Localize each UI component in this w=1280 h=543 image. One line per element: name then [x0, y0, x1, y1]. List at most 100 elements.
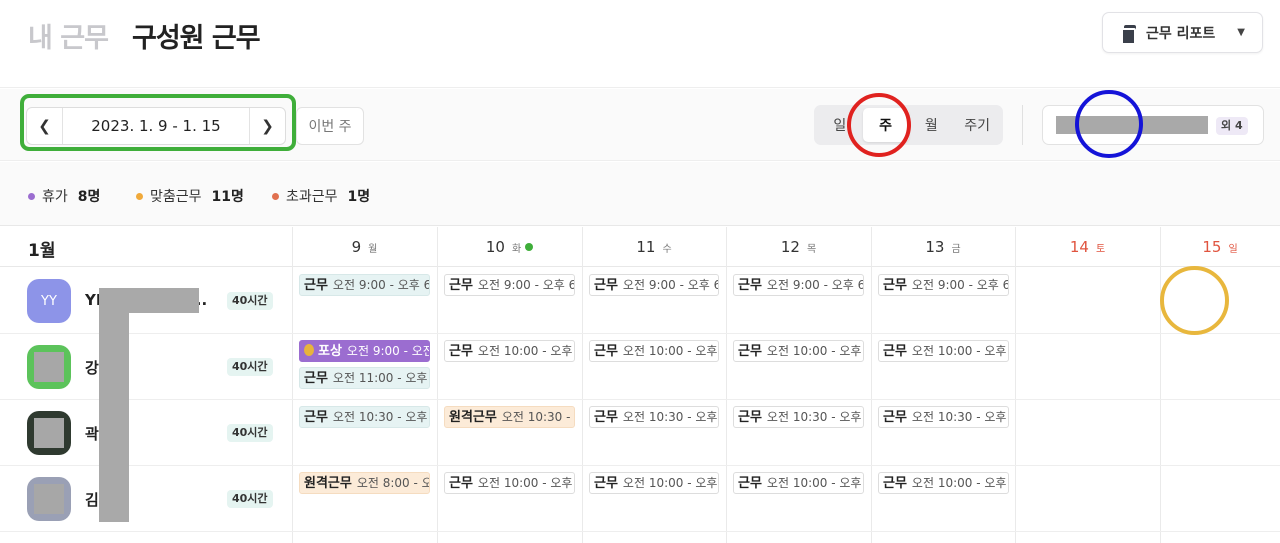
legend: 휴가 8명 맞춤근무 11명 초과근무 1명 — [0, 162, 1280, 226]
day-number: 14 — [1069, 238, 1089, 256]
shift-time: 오전 9:00 - 오후 6:00 — [477, 278, 574, 292]
shift-chip[interactable]: 근무 오전 10:00 - 오후 7:00 — [444, 472, 575, 494]
member-name[interactable]: 강 — [85, 357, 99, 378]
day-header-sun: 15 일 — [1160, 227, 1280, 267]
shift-type: 근무 — [594, 344, 618, 359]
shift-type: 원격근무 — [304, 476, 352, 491]
day-of-week: 일 — [1228, 243, 1238, 255]
shift-chip-reward[interactable]: 포상 오전 9:00 - 오전 11:00 — [299, 340, 430, 362]
shift-type: 근무 — [449, 476, 473, 491]
shift-chip[interactable]: 근무 오전 10:00 - 오후 7:00 — [444, 340, 575, 362]
shift-chip[interactable]: 근무 오전 10:00 - 오후 7:00 — [878, 472, 1009, 494]
shift-chip[interactable]: 근무 오전 9:00 - 오후 6:00 — [733, 274, 864, 296]
day-header-wed: 11 수 — [582, 227, 726, 267]
caret-down-icon: ▼ — [1237, 27, 1245, 38]
day-of-week: 화 — [511, 243, 522, 255]
shift-type: 근무 — [304, 410, 328, 425]
legend-label: 휴가 — [42, 189, 68, 205]
shift-type: 근무 — [449, 344, 473, 359]
shift-chip[interactable]: 근무 오전 10:30 - 오후 7:30 — [733, 406, 864, 428]
shift-chip[interactable]: 근무 오전 10:30 - 오후 7:30 — [878, 406, 1009, 428]
shift-chip[interactable]: 근무 오전 11:00 - 오후 6:00 — [299, 367, 430, 389]
avatar-redacted — [34, 484, 64, 514]
legend-count: 1명 — [347, 189, 371, 205]
toolbar: ❮ 2023. 1. 9 - 1. 15 ❯ 이번 주 일 주 월 주기 외 4 — [0, 89, 1280, 161]
shift-chip[interactable]: 근무 오전 10:00 - 오후 7:00 — [589, 340, 719, 362]
day-of-week: 토 — [1095, 243, 1106, 255]
shift-type: 근무 — [594, 476, 618, 491]
avatar[interactable] — [27, 345, 71, 389]
shift-chip[interactable]: 근무 오전 10:00 - 오후 7:00 — [589, 472, 719, 494]
shift-chip[interactable]: 근무 오전 9:00 - 오후 6:00 — [299, 274, 430, 296]
shift-time: 오전 9:00 - 오전 11:00 — [346, 344, 429, 358]
this-week-button[interactable]: 이번 주 — [296, 107, 364, 145]
day-of-week: 수 — [662, 243, 672, 255]
shift-chip[interactable]: 근무 오전 10:00 - 오후 7:00 — [878, 340, 1009, 362]
day-number: 9 — [351, 238, 362, 256]
avatar[interactable] — [27, 477, 71, 521]
shift-type: 근무 — [883, 476, 907, 491]
shift-type: 근무 — [883, 410, 907, 425]
shift-chip-remote[interactable]: 원격근무 오전 10:30 - 오후 7:30 — [444, 406, 575, 428]
day-header-mon: 9월 — [292, 227, 437, 267]
shift-time: 오전 10:00 - 오후 7:00 — [622, 476, 718, 490]
today-indicator — [525, 243, 534, 251]
shift-chip[interactable]: 근무 오전 10:30 - 오후 7:30 — [589, 406, 719, 428]
work-report-button[interactable]: 근무 리포트 ▼ — [1102, 12, 1263, 53]
shift-time: 오전 10:00 - 오후 7:00 — [766, 344, 863, 358]
highlight-circle-yellow — [1160, 266, 1229, 335]
shift-type: 근무 — [449, 278, 473, 293]
filter-more-badge: 외 4 — [1216, 117, 1248, 135]
day-of-week: 월 — [368, 243, 378, 255]
day-number: 10 — [485, 238, 505, 256]
avatar[interactable] — [27, 411, 71, 455]
tab-my-work[interactable]: 내 근무 — [28, 16, 109, 55]
highlight-circle-red — [847, 93, 911, 157]
month-label: 1월 — [28, 241, 56, 261]
legend-item-vacation: 휴가 8명 — [28, 186, 100, 206]
shift-type: 근무 — [883, 278, 907, 293]
legend-label: 초과근무 — [286, 189, 338, 205]
shift-chip[interactable]: 근무 오전 10:00 - 오후 7:00 — [733, 340, 864, 362]
member-name[interactable]: 김 — [85, 489, 99, 510]
shift-chip[interactable]: 근무 오전 10:00 - 오후 7:00 — [733, 472, 864, 494]
hours-badge: 40시간 — [227, 490, 273, 508]
view-cycle[interactable]: 주기 — [954, 108, 1000, 142]
avatar-redacted — [34, 352, 64, 382]
shift-type: 근무 — [738, 278, 762, 293]
divider — [1022, 105, 1023, 145]
shift-chip[interactable]: 근무 오전 10:30 - 오후 7:30 — [299, 406, 430, 428]
shift-time: 오전 9:00 - 오후 6:00 — [622, 278, 718, 292]
highlight-circle-green — [20, 94, 296, 151]
shift-type: 근무 — [738, 410, 762, 425]
shift-time: 오전 9:00 - 오후 6:00 — [766, 278, 863, 292]
shift-time: 오전 11:00 - 오후 6:00 — [332, 371, 429, 385]
day-header-thu: 12 목 — [726, 227, 871, 267]
member-name[interactable]: 곽 — [85, 423, 99, 444]
shift-type: 근무 — [304, 278, 328, 293]
top-bar: 내 근무 구성원 근무 근무 리포트 ▼ — [0, 0, 1280, 88]
shift-chip[interactable]: 근무 오전 9:00 - 오후 6:00 — [878, 274, 1009, 296]
shift-chip-remote[interactable]: 원격근무 오전 8:00 - 오후 5:00 — [299, 472, 430, 494]
shift-chip[interactable]: 근무 오전 9:00 - 오후 6:00 — [444, 274, 575, 296]
hours-badge: 40시간 — [227, 424, 273, 442]
view-month[interactable]: 월 — [909, 108, 955, 142]
avatar-redacted — [34, 418, 64, 448]
day-number: 11 — [636, 238, 656, 256]
legend-count: 11명 — [211, 189, 244, 205]
shift-type: 포상 — [318, 344, 342, 359]
legend-dot — [28, 192, 35, 200]
shift-chip[interactable]: 근무 오전 9:00 - 오후 6:00 — [589, 274, 719, 296]
shift-time: 오전 10:00 - 오후 7:00 — [911, 476, 1008, 490]
calendar-grid: 1월 9월 10화 11수 12목 13금 14토 15일 YY YE... 4… — [0, 227, 1280, 543]
day-header-tue: 10 화 — [437, 227, 582, 267]
shift-time: 오전 10:00 - 오후 7:00 — [911, 344, 1008, 358]
hours-badge: 40시간 — [227, 358, 273, 376]
tab-member-work[interactable]: 구성원 근무 — [132, 16, 261, 55]
medal-icon — [304, 344, 314, 356]
avatar[interactable]: YY — [27, 279, 71, 323]
day-number: 12 — [780, 238, 800, 256]
day-header-sat: 14 토 — [1015, 227, 1160, 267]
shift-time: 오전 10:30 - 오후 7:30 — [332, 410, 429, 424]
shift-type: 근무 — [738, 476, 762, 491]
